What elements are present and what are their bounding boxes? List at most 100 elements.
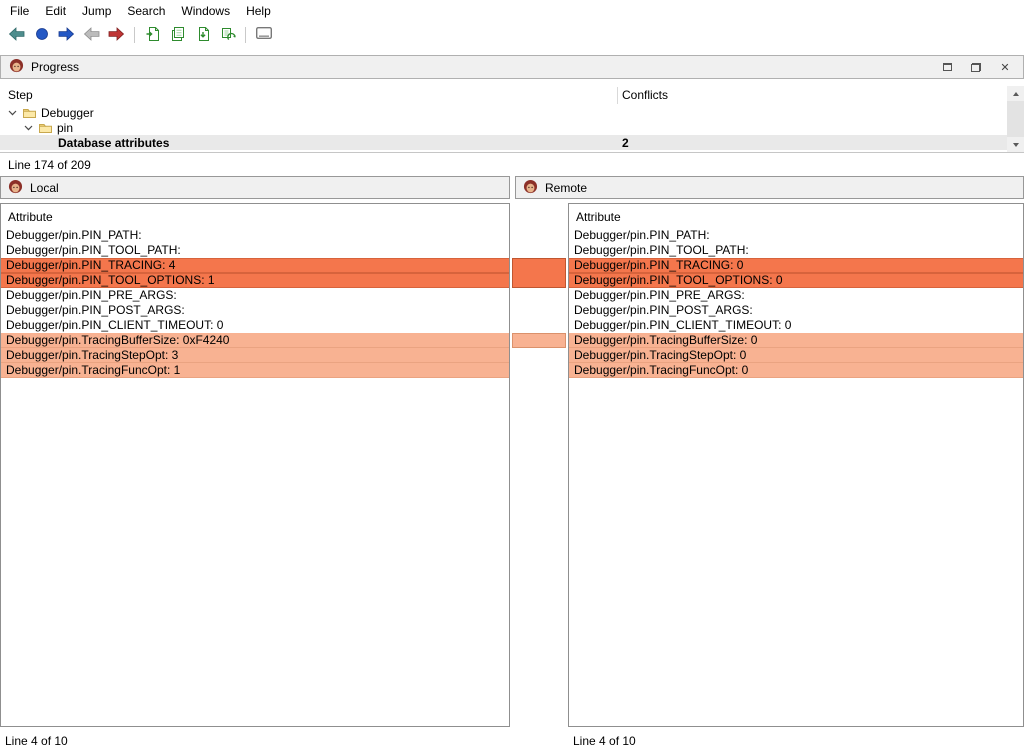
attribute-row[interactable]: Debugger/pin.TracingStepOpt: 0: [569, 348, 1023, 363]
attribute-row[interactable]: Debugger/pin.PIN_TOOL_OPTIONS: 0: [569, 273, 1023, 288]
attribute-row[interactable]: Debugger/pin.PIN_TRACING: 4: [1, 258, 509, 273]
stack-sync-icon: [220, 26, 236, 45]
local-rows: Debugger/pin.PIN_PATH:Debugger/pin.PIN_T…: [1, 228, 509, 378]
column-header-step[interactable]: Step: [8, 88, 33, 102]
gutter-changed-block[interactable]: [512, 333, 566, 348]
page-stack-icon: [170, 26, 186, 45]
tree-row-conflicts: 2: [622, 136, 629, 150]
application-window: FileEditJumpSearchWindowsHelp: [0, 0, 1024, 750]
monitor-button[interactable]: [251, 24, 276, 46]
attribute-row[interactable]: Debugger/pin.TracingFuncOpt: 0: [569, 363, 1023, 378]
local-attribute-header: Attribute: [1, 204, 509, 228]
tree-row-label: pin: [57, 121, 73, 135]
chevron-down-icon[interactable]: [8, 110, 22, 116]
doc-export-icon: [195, 26, 211, 45]
menu-item-help[interactable]: Help: [238, 1, 279, 21]
attribute-row[interactable]: Debugger/pin.TracingStepOpt: 3: [1, 348, 509, 363]
remote-attribute-header: Attribute: [569, 204, 1023, 228]
tree-row-label: Debugger: [41, 106, 94, 120]
menu-bar: FileEditJumpSearchWindowsHelp: [0, 0, 1024, 22]
triangle-down-icon: [1013, 143, 1019, 147]
attribute-row[interactable]: Debugger/pin.PIN_PRE_ARGS:: [569, 288, 1023, 303]
app-icon: [8, 179, 23, 197]
maximize-button[interactable]: [939, 60, 955, 74]
attribute-row[interactable]: Debugger/pin.PIN_PRE_ARGS:: [1, 288, 509, 303]
folder-icon: [38, 121, 57, 134]
attribute-row[interactable]: Debugger/pin.PIN_CLIENT_TIMEOUT: 0: [1, 318, 509, 333]
attribute-row[interactable]: Debugger/pin.PIN_TOOL_PATH:: [569, 243, 1023, 258]
nav-next-button[interactable]: [104, 24, 129, 46]
arrow-right-blue-icon: [58, 27, 75, 44]
chevron-down-icon[interactable]: [24, 125, 38, 131]
attribute-row[interactable]: Debugger/pin.PIN_CLIENT_TIMEOUT: 0: [569, 318, 1023, 333]
attribute-row[interactable]: Debugger/pin.PIN_TRACING: 0: [569, 258, 1023, 273]
column-header-conflicts[interactable]: Conflicts: [622, 88, 668, 102]
close-button[interactable]: [997, 60, 1013, 74]
remote-title: Remote: [545, 181, 587, 195]
remote-titlebar: Remote: [515, 176, 1024, 199]
scroll-down-button[interactable]: [1007, 137, 1024, 152]
progress-status-line: Line 174 of 209: [8, 157, 91, 173]
nav-stop-button[interactable]: [29, 24, 54, 46]
scroll-track[interactable]: [1007, 101, 1024, 137]
attribute-row[interactable]: Debugger/pin.PIN_POST_ARGS:: [1, 303, 509, 318]
close-icon: [1000, 60, 1009, 74]
restore-button[interactable]: [968, 60, 984, 74]
menu-item-edit[interactable]: Edit: [37, 1, 74, 21]
nav-forward-button[interactable]: [54, 24, 79, 46]
tree-row[interactable]: Debugger: [0, 105, 1007, 120]
local-status-line: Line 4 of 10: [5, 733, 68, 749]
tree-row-label: Database attributes: [58, 136, 169, 150]
toolbar-separator: [134, 27, 135, 43]
attribute-row[interactable]: Debugger/pin.PIN_POST_ARGS:: [569, 303, 1023, 318]
menu-item-file[interactable]: File: [2, 1, 37, 21]
conflict-tree-body: DebuggerpinDatabase attributes 2: [0, 105, 1007, 150]
attribute-row[interactable]: Debugger/pin.PIN_TOOL_PATH:: [1, 243, 509, 258]
nav-back-button[interactable]: [4, 24, 29, 46]
tree-row[interactable]: Database attributes 2: [0, 135, 1007, 150]
window-controls: [939, 60, 1015, 74]
blue-circle-icon: [35, 27, 49, 44]
maximize-icon: [943, 63, 952, 71]
tree-scrollbar[interactable]: [1007, 86, 1024, 152]
attribute-row[interactable]: Debugger/pin.TracingBufferSize: 0: [569, 333, 1023, 348]
restore-icon: [971, 63, 981, 72]
menu-item-search[interactable]: Search: [119, 1, 173, 21]
toolbar-separator: [245, 27, 246, 43]
diff-gutter: [510, 203, 568, 727]
app-icon: [523, 179, 538, 197]
gutter-conflict-block[interactable]: [512, 258, 566, 288]
doc-import-icon: [145, 26, 161, 45]
menu-item-jump[interactable]: Jump: [74, 1, 119, 21]
arrow-right-red-icon: [108, 27, 125, 44]
monitor-icon: [255, 26, 273, 44]
remote-panel: Attribute Debugger/pin.PIN_PATH:Debugger…: [568, 203, 1024, 727]
app-icon: [9, 58, 24, 76]
toolbar: [0, 22, 1024, 48]
local-titlebar: Local: [0, 176, 510, 199]
tree-row[interactable]: pin: [0, 120, 1007, 135]
conflict-tree: Step Conflicts DebuggerpinDatabase attri…: [0, 86, 1024, 153]
attribute-row[interactable]: Debugger/pin.PIN_TOOL_OPTIONS: 1: [1, 273, 509, 288]
stack-sync-button[interactable]: [215, 24, 240, 46]
scroll-thumb[interactable]: [1007, 101, 1024, 137]
remote-status-line: Line 4 of 10: [573, 733, 636, 749]
column-divider[interactable]: [617, 87, 618, 104]
attribute-row[interactable]: Debugger/pin.PIN_PATH:: [1, 228, 509, 243]
attribute-row[interactable]: Debugger/pin.TracingFuncOpt: 1: [1, 363, 509, 378]
triangle-up-icon: [1013, 92, 1019, 96]
progress-titlebar: Progress: [0, 55, 1024, 79]
arrow-left-teal-icon: [8, 27, 25, 44]
arrow-left-gray-icon: [83, 27, 100, 44]
folder-icon: [22, 106, 41, 119]
doc-import-button[interactable]: [140, 24, 165, 46]
tree-header: Step Conflicts: [0, 86, 1007, 105]
page-stack-button[interactable]: [165, 24, 190, 46]
scroll-up-button[interactable]: [1007, 86, 1024, 101]
nav-prev-button[interactable]: [79, 24, 104, 46]
attribute-row[interactable]: Debugger/pin.TracingBufferSize: 0xF4240: [1, 333, 509, 348]
doc-export-button[interactable]: [190, 24, 215, 46]
attribute-row[interactable]: Debugger/pin.PIN_PATH:: [569, 228, 1023, 243]
menu-item-windows[interactable]: Windows: [173, 1, 238, 21]
remote-rows: Debugger/pin.PIN_PATH:Debugger/pin.PIN_T…: [569, 228, 1023, 378]
